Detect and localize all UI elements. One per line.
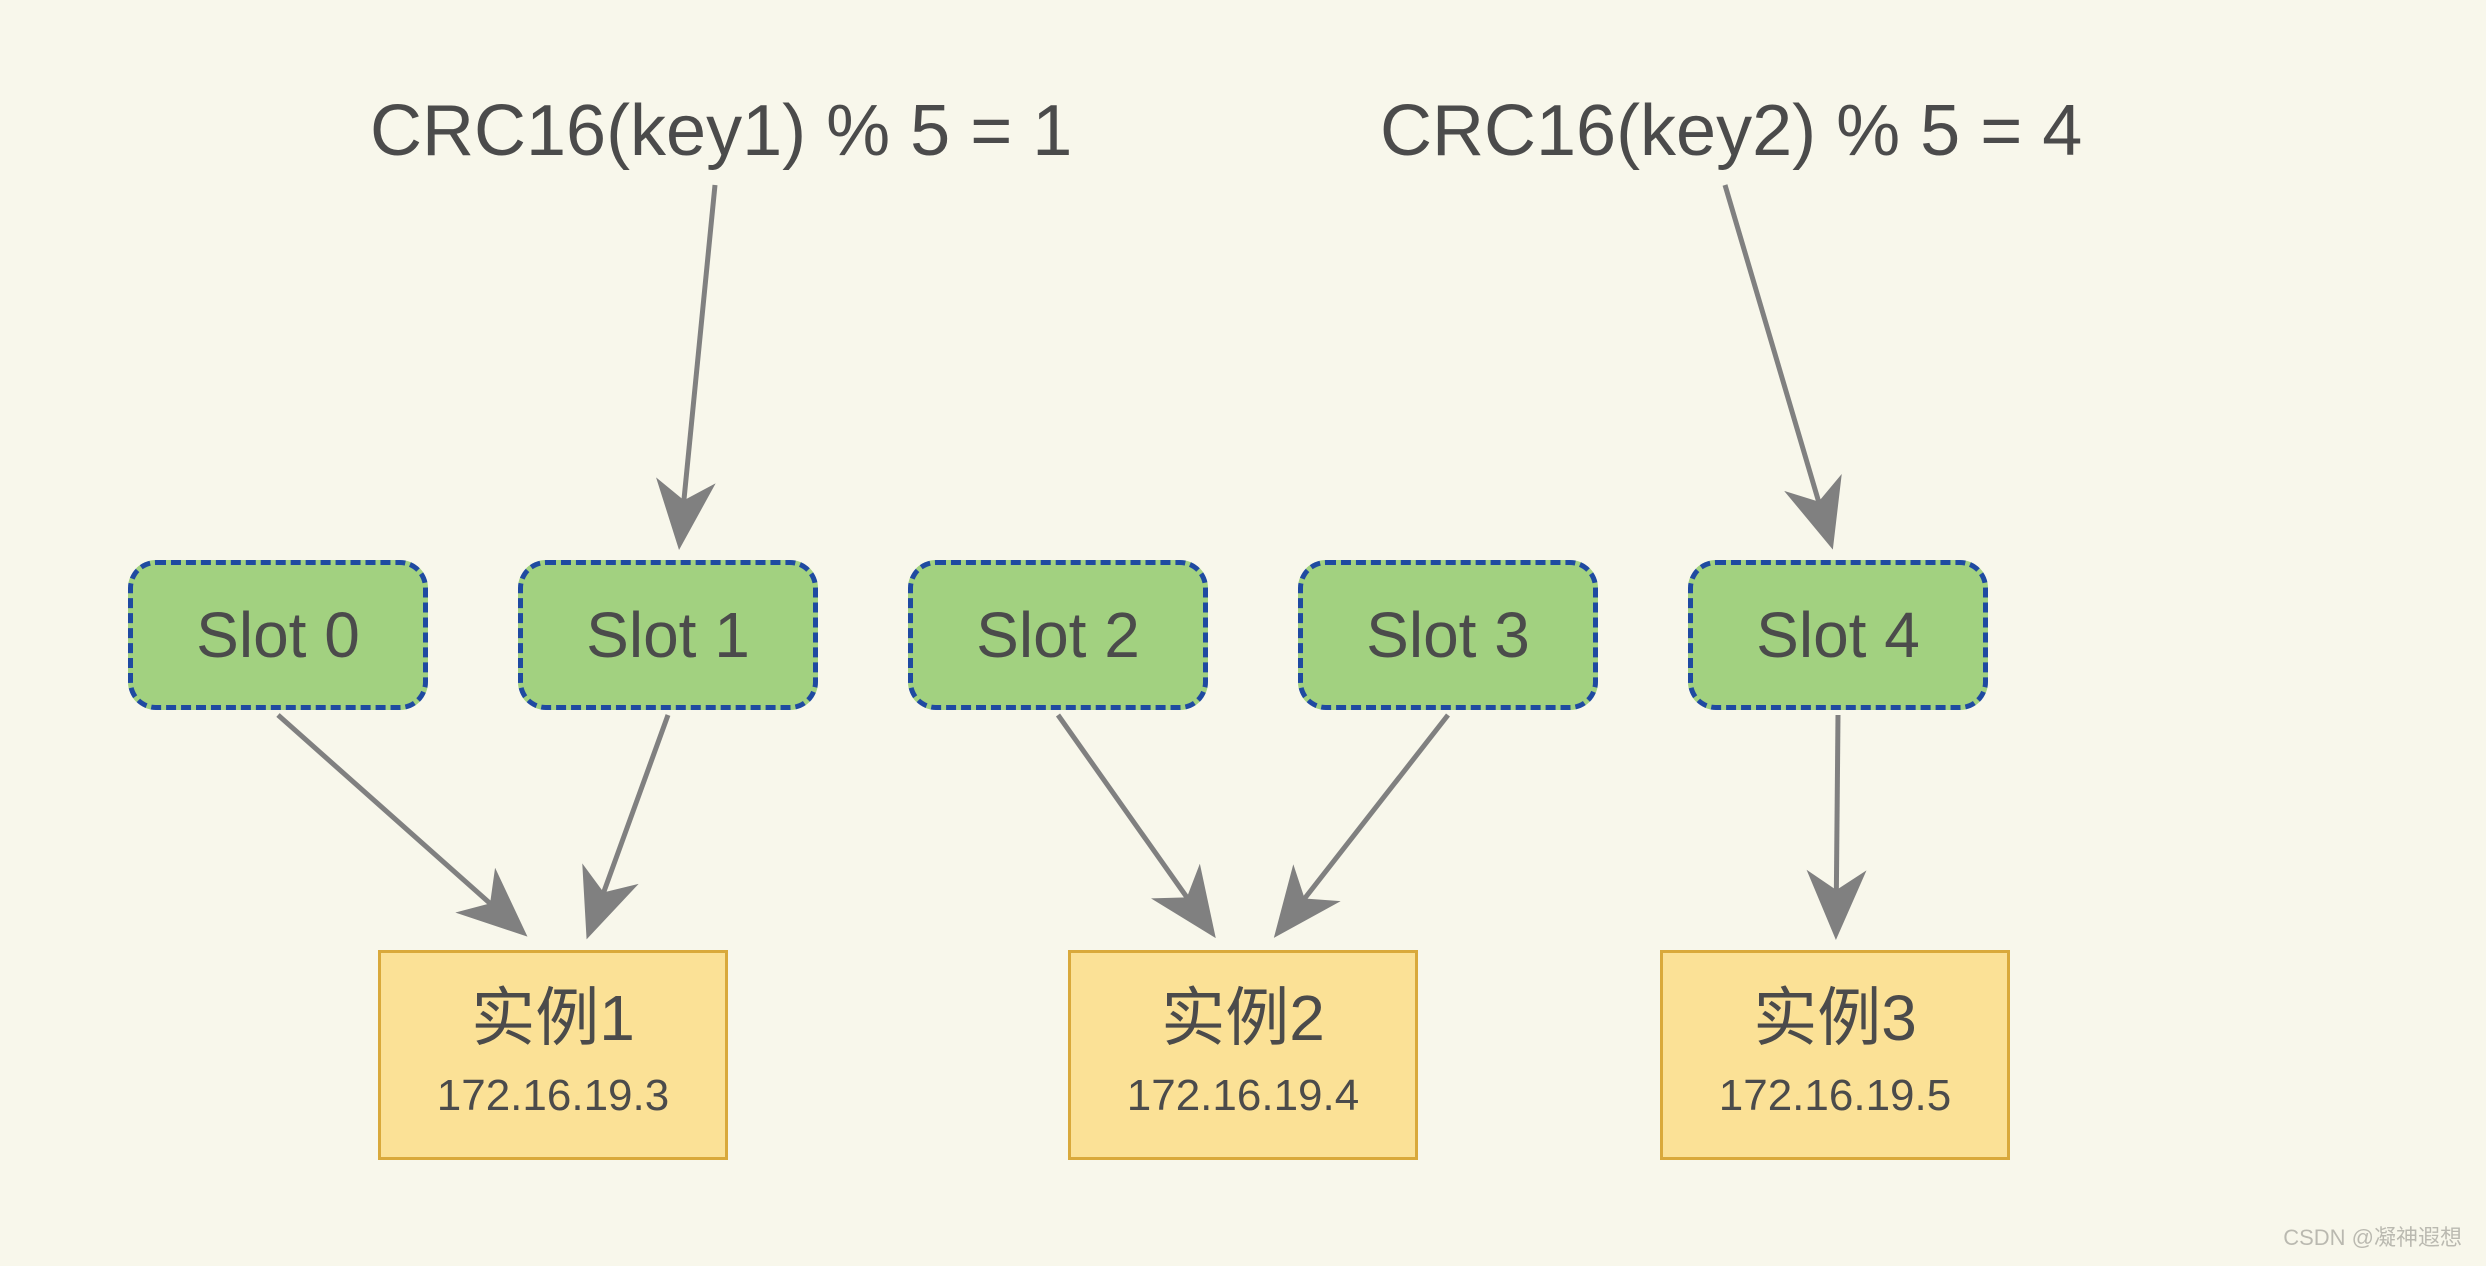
instance-3: 实例3 172.16.19.5	[1660, 950, 2010, 1160]
slot-3: Slot 3	[1298, 560, 1598, 710]
arrow-slot0-to-inst1	[278, 715, 520, 930]
instance-2: 实例2 172.16.19.4	[1068, 950, 1418, 1160]
arrow-slot3-to-inst2	[1280, 715, 1448, 930]
instance-title: 实例3	[1663, 983, 2007, 1053]
slot-label: Slot 1	[586, 598, 750, 672]
arrow-formula1-to-slot1	[680, 185, 715, 540]
diagram-stage: CRC16(key1) % 5 = 1 CRC16(key2) % 5 = 4 …	[0, 0, 2486, 1266]
slot-label: Slot 0	[196, 598, 360, 672]
instance-ip: 172.16.19.4	[1071, 1071, 1415, 1121]
instance-title: 实例2	[1071, 983, 1415, 1053]
arrow-slot1-to-inst1	[590, 715, 668, 930]
slot-label: Slot 3	[1366, 598, 1530, 672]
instance-ip: 172.16.19.3	[381, 1071, 725, 1121]
slot-4: Slot 4	[1688, 560, 1988, 710]
formula-key2: CRC16(key2) % 5 = 4	[1380, 90, 2082, 172]
arrow-formula2-to-slot4	[1725, 185, 1830, 540]
arrow-slot4-to-inst3	[1836, 715, 1838, 930]
slot-label: Slot 2	[976, 598, 1140, 672]
slot-label: Slot 4	[1756, 598, 1920, 672]
slot-2: Slot 2	[908, 560, 1208, 710]
arrow-slot2-to-inst2	[1058, 715, 1210, 930]
slot-1: Slot 1	[518, 560, 818, 710]
instance-1: 实例1 172.16.19.3	[378, 950, 728, 1160]
instance-title: 实例1	[381, 983, 725, 1053]
formula-key1: CRC16(key1) % 5 = 1	[370, 90, 1072, 172]
watermark: CSDN @凝神遐想	[2283, 1220, 2462, 1252]
slot-0: Slot 0	[128, 560, 428, 710]
instance-ip: 172.16.19.5	[1663, 1071, 2007, 1121]
